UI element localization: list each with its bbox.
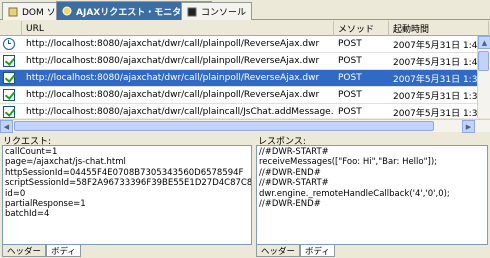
scroll-thumb[interactable] [478,51,489,71]
method-cell: POST [338,90,362,100]
column-url[interactable]: URL [22,21,334,36]
method-cell: POST [338,107,362,117]
check-icon [3,72,15,84]
time-cell: 2007年5月31日 1:39:10 [393,74,484,85]
column-method[interactable]: メソッド [334,21,389,36]
scroll-left-arrow-icon[interactable]: ◀ [0,120,13,133]
scroll-thumb[interactable] [14,121,434,131]
view-tab-bar: DOM ソース AJAXリクエスト・モニター ✕ コンソール [0,0,490,20]
table-row[interactable]: http://localhost:8080/ajaxchat/dwr/call/… [0,104,490,118]
clock-icon [3,38,15,50]
time-cell: 2007年5月31日 1:37:22 [393,108,484,119]
column-status[interactable] [0,21,22,36]
response-body-text: //#DWR-START# receiveMessages(["Foo: Hi"… [259,147,450,210]
tab-label: コンソール [201,8,247,18]
time-cell: 2007年5月31日 1:41:11 [393,40,484,51]
time-cell: 2007年5月31日 1:40:10 [393,57,484,68]
scroll-right-arrow-icon[interactable]: ▶ [462,120,475,133]
url-cell: http://localhost:8080/ajaxchat/dwr/call/… [26,73,320,83]
table-row[interactable]: http://localhost:8080/ajaxchat/dwr/call/… [0,36,490,53]
check-icon [3,55,15,67]
table-row[interactable]: http://localhost:8080/ajaxchat/dwr/call/… [0,53,490,70]
url-cell: http://localhost:8080/ajaxchat/dwr/call/… [26,39,320,49]
url-cell: http://localhost:8080/ajaxchat/dwr/call/… [26,56,320,66]
tab-response-header[interactable]: ヘッダー [256,245,301,257]
check-icon [3,89,15,101]
request-body-panel[interactable]: callCount=1 page=/ajaxchat/js-chat.html … [2,145,252,245]
tab-request-header[interactable]: ヘッダー [2,245,47,257]
request-body-text: callCount=1 page=/ajaxchat/js-chat.html … [5,147,252,220]
method-cell: POST [338,39,362,49]
tab-label: AJAXリクエスト・モニター [76,7,191,18]
table-header: URL メソッド 起動時間 [0,21,490,36]
tab-console[interactable]: コンソール [181,2,253,20]
table-row[interactable]: http://localhost:8080/ajaxchat/dwr/call/… [0,87,490,104]
table-vertical-scrollbar[interactable]: ▲ [477,36,490,118]
url-cell: http://localhost:8080/ajaxchat/dwr/call/… [26,107,334,117]
tab-request-body[interactable]: ボディ [46,245,81,257]
request-tab-strip: ヘッダー ボディ [2,245,81,257]
request-table: URL メソッド 起動時間 http://localhost:8080/ajax… [0,21,490,118]
dom-source-icon [8,7,18,17]
table-row[interactable]: http://localhost:8080/ajaxchat/dwr/call/… [0,70,490,87]
ajax-monitor-icon [62,6,72,16]
scroll-up-arrow-icon[interactable]: ▲ [478,36,490,49]
method-cell: POST [338,56,362,66]
column-time[interactable]: 起動時間 [389,21,489,36]
time-cell: 2007年5月31日 1:38:10 [393,91,484,102]
url-cell: http://localhost:8080/ajaxchat/dwr/call/… [26,90,320,100]
tab-response-body[interactable]: ボディ [300,245,335,257]
check-icon [3,106,15,118]
console-icon [187,7,197,17]
response-body-panel[interactable]: //#DWR-START# receiveMessages(["Foo: Hi"… [256,145,488,245]
method-cell: POST [338,73,362,83]
table-horizontal-scrollbar[interactable]: ◀ ▶ [0,119,490,133]
response-tab-strip: ヘッダー ボディ [256,245,335,257]
